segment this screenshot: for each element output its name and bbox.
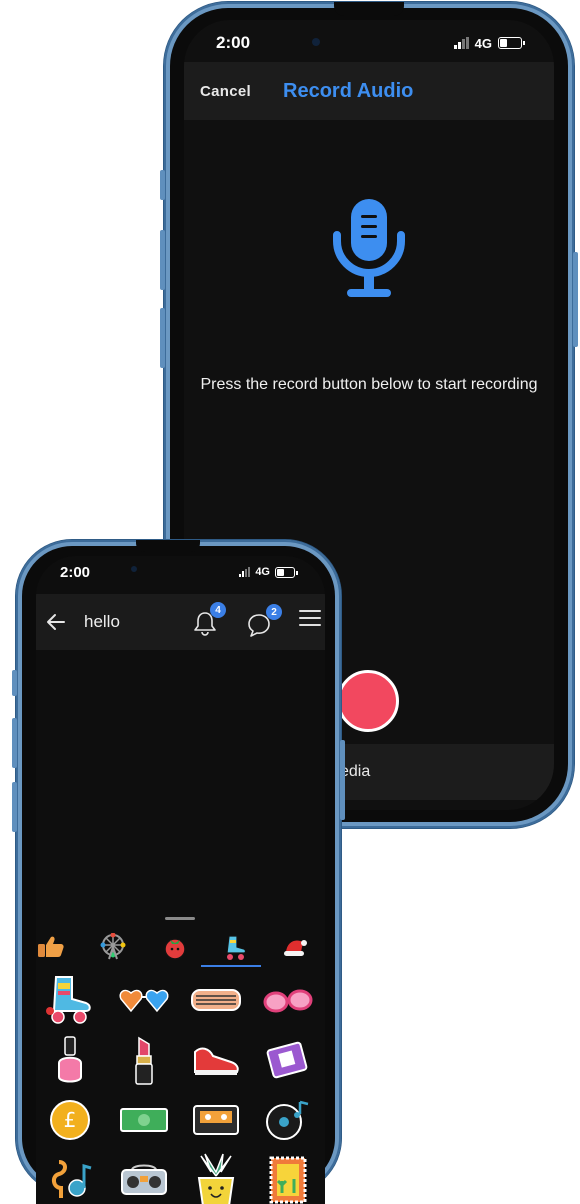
microphone-icon xyxy=(329,195,409,305)
network-type: 4G xyxy=(474,35,492,51)
tab-ferris-wheel[interactable] xyxy=(98,932,128,962)
record-button[interactable] xyxy=(337,670,399,732)
red-sneaker-icon xyxy=(194,1047,239,1075)
vinyl-record-icon xyxy=(266,1100,309,1140)
sheet-drag-handle[interactable] xyxy=(165,917,195,920)
back-arrow-icon[interactable] xyxy=(44,610,68,634)
sticker-lipstick[interactable] xyxy=(114,1032,174,1088)
record-instruction-text: Press the record button below to start r… xyxy=(200,376,538,393)
cancel-button[interactable]: Cancel xyxy=(200,83,251,100)
sticker-music-notes[interactable] xyxy=(40,1152,100,1204)
status-time: 2:00 xyxy=(216,33,251,52)
network-type: 4G xyxy=(255,566,270,578)
page-title: Record Audio xyxy=(283,79,414,102)
santa-hat-icon xyxy=(284,940,307,956)
notch xyxy=(136,540,200,552)
status-bar: 2:00 4G xyxy=(36,560,325,584)
signal-bars-icon xyxy=(239,567,251,577)
lipstick-icon xyxy=(135,1036,153,1085)
signal-bars-icon xyxy=(453,37,469,49)
signal-status: 4G xyxy=(239,566,298,578)
sticker-nail-polish[interactable] xyxy=(40,1032,100,1088)
sticker-red-sneaker[interactable] xyxy=(186,1032,246,1088)
chat-phone: 2:00 4G hello 4 2 £ xyxy=(12,540,345,1204)
sticker-pink-glasses[interactable] xyxy=(258,972,318,1028)
sticker-boombox[interactable] xyxy=(114,1152,174,1204)
sticker-roller-skate[interactable] xyxy=(40,972,100,1028)
banknote-icon xyxy=(120,1108,168,1132)
mute-switch xyxy=(12,670,17,696)
volume-up-button xyxy=(160,230,165,290)
sticker-potted-plant[interactable] xyxy=(186,1152,246,1204)
selected-tab-indicator xyxy=(201,965,261,967)
nail-polish-icon xyxy=(58,1036,82,1083)
roller-skate-icon xyxy=(46,976,91,1024)
sticker-cassette-tape[interactable] xyxy=(186,1092,246,1148)
sticker-heart-sunglasses[interactable] xyxy=(114,972,174,1028)
signal-status: 4G xyxy=(453,35,525,51)
front-camera xyxy=(312,38,320,46)
volume-up-button xyxy=(12,718,17,768)
battery-icon xyxy=(275,566,298,578)
sticker-vinyl-record[interactable] xyxy=(258,1092,318,1148)
sticker-pack-tabs xyxy=(36,928,325,970)
boombox-icon xyxy=(121,1164,167,1195)
hamburger-menu-icon[interactable] xyxy=(299,610,321,628)
sticker-shutter-shades[interactable] xyxy=(186,972,246,1028)
sticker-pound-coin[interactable]: £ xyxy=(40,1092,100,1148)
stamp-icon xyxy=(269,1156,307,1204)
ferris-wheel-icon xyxy=(100,933,126,960)
chat-header: hello 4 2 xyxy=(36,594,325,650)
status-bar: 2:00 4G xyxy=(184,30,554,56)
battery-icon xyxy=(498,37,525,49)
pink-glasses-icon xyxy=(263,989,313,1013)
tomato-icon xyxy=(164,938,186,960)
shutter-shades-icon xyxy=(191,989,241,1011)
sticker-stamp[interactable] xyxy=(258,1152,318,1204)
roller-skate-icon xyxy=(226,935,247,960)
thumbs-up-icon xyxy=(38,936,64,957)
mute-switch xyxy=(160,170,165,200)
power-button xyxy=(573,252,578,347)
cassette-purple-icon xyxy=(266,1041,308,1079)
chat-title: hello xyxy=(84,612,120,631)
record-audio-header: Cancel Record Audio xyxy=(184,62,554,120)
music-notes-icon xyxy=(52,1160,92,1198)
power-button xyxy=(340,740,345,820)
tab-tomato[interactable] xyxy=(160,932,190,962)
sticker-cassette-purple[interactable] xyxy=(258,1032,318,1088)
status-time: 2:00 xyxy=(60,563,91,581)
message-badge: 2 xyxy=(266,604,282,620)
volume-down-button xyxy=(12,782,17,832)
volume-down-button xyxy=(160,308,165,368)
tab-thumbs-up[interactable] xyxy=(36,932,66,962)
cassette-tape-icon xyxy=(193,1105,239,1135)
message-area xyxy=(36,650,325,912)
tab-santa-hat[interactable] xyxy=(280,932,310,962)
heart-sunglasses-icon xyxy=(119,989,169,1013)
sticker-banknote[interactable] xyxy=(114,1092,174,1148)
front-camera xyxy=(131,566,137,572)
notch xyxy=(334,2,404,16)
potted-plant-icon xyxy=(197,1153,235,1204)
tab-roller-skate[interactable] xyxy=(220,932,250,962)
chat-screen: 2:00 4G hello 4 2 £ xyxy=(36,556,325,1204)
svg-text:£: £ xyxy=(64,1108,77,1132)
notification-badge: 4 xyxy=(210,602,226,618)
pound-coin-icon: £ xyxy=(50,1100,90,1140)
